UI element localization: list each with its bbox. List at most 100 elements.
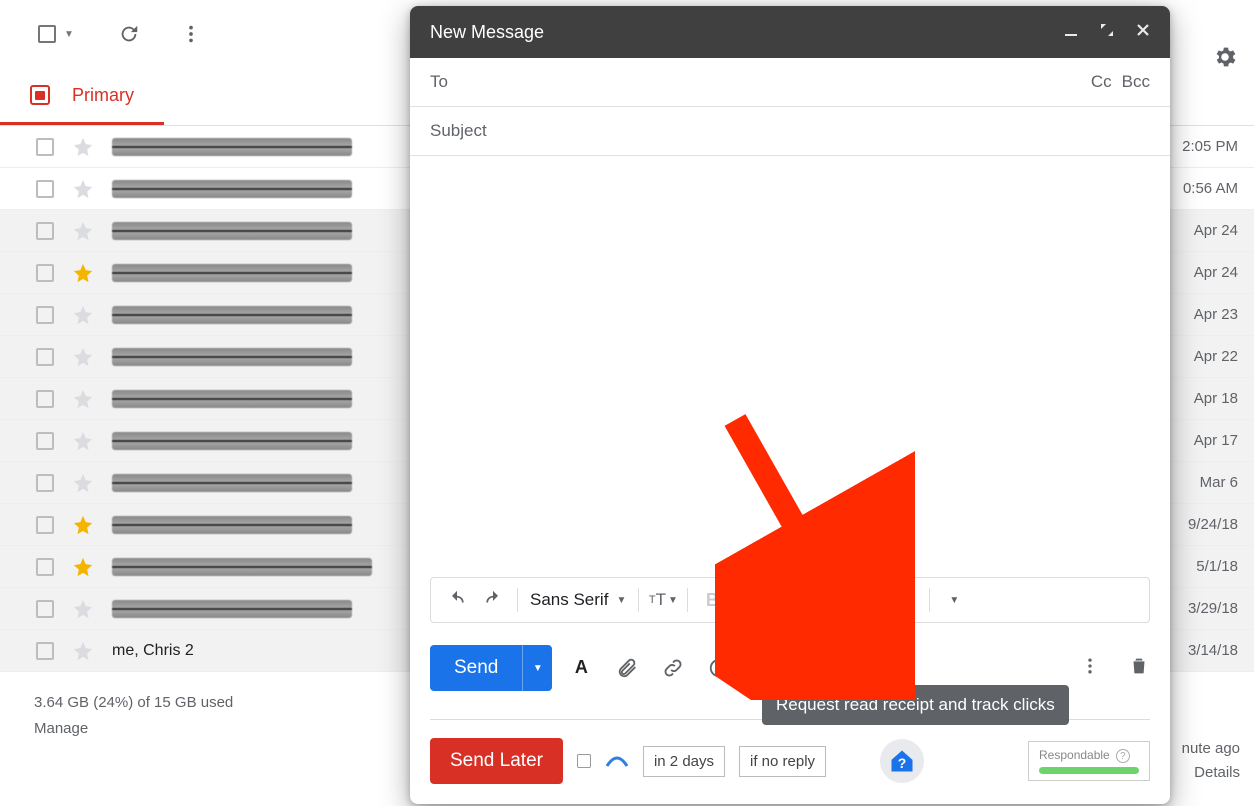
more-icon[interactable] bbox=[180, 23, 202, 45]
help-icon[interactable]: ? bbox=[1116, 749, 1130, 763]
star-icon[interactable] bbox=[72, 388, 94, 410]
send-button-group: Send ▼ bbox=[430, 645, 552, 691]
star-icon[interactable] bbox=[72, 640, 94, 662]
align-icon[interactable]: ▼ bbox=[853, 584, 885, 616]
send-row: Send ▼ A $ Request read receipt and trac… bbox=[430, 645, 1150, 691]
redo-icon[interactable] bbox=[477, 584, 509, 616]
star-icon[interactable] bbox=[72, 472, 94, 494]
inbox-icon bbox=[30, 85, 50, 105]
minimize-icon[interactable] bbox=[1064, 23, 1078, 42]
close-icon[interactable] bbox=[1136, 23, 1150, 42]
drive-icon[interactable] bbox=[754, 657, 776, 679]
link-icon[interactable] bbox=[662, 657, 684, 679]
row-date: Apr 24 bbox=[1194, 264, 1254, 281]
row-date: 5/1/18 bbox=[1196, 558, 1254, 575]
to-label: To bbox=[430, 72, 448, 92]
list-icon[interactable]: 123 bbox=[889, 584, 921, 616]
font-size-icon[interactable]: TT▼ bbox=[647, 584, 679, 616]
delay-input[interactable]: in 2 days bbox=[643, 746, 725, 777]
to-field[interactable]: To Cc Bcc bbox=[410, 58, 1170, 107]
row-date: Apr 23 bbox=[1194, 306, 1254, 323]
bold-icon[interactable]: B bbox=[696, 584, 728, 616]
font-selector[interactable]: Sans Serif▼ bbox=[526, 590, 630, 610]
row-date: Apr 22 bbox=[1194, 348, 1254, 365]
row-checkbox[interactable] bbox=[36, 306, 54, 324]
row-checkbox[interactable] bbox=[36, 180, 54, 198]
star-icon[interactable] bbox=[72, 346, 94, 368]
undo-icon[interactable] bbox=[441, 584, 473, 616]
tooltip: Request read receipt and track clicks bbox=[762, 685, 1069, 725]
boomerang-icon bbox=[605, 754, 629, 768]
send-later-checkbox[interactable] bbox=[577, 754, 591, 768]
row-date: 3/14/18 bbox=[1188, 642, 1254, 659]
row-date: Mar 6 bbox=[1200, 474, 1254, 491]
row-checkbox[interactable] bbox=[36, 516, 54, 534]
row-date: Apr 24 bbox=[1194, 222, 1254, 239]
text-format-icon[interactable]: A bbox=[570, 657, 592, 679]
compose-title: New Message bbox=[430, 22, 544, 43]
star-icon[interactable] bbox=[72, 598, 94, 620]
condition-input[interactable]: if no reply bbox=[739, 746, 826, 777]
row-checkbox[interactable] bbox=[36, 222, 54, 240]
row-checkbox[interactable] bbox=[36, 138, 54, 156]
row-date: 9/24/18 bbox=[1188, 516, 1254, 533]
confidential-icon[interactable] bbox=[846, 657, 868, 679]
star-icon[interactable] bbox=[72, 430, 94, 452]
row-checkbox[interactable] bbox=[36, 264, 54, 282]
italic-icon[interactable]: I bbox=[732, 584, 764, 616]
star-icon[interactable] bbox=[72, 136, 94, 158]
activity-text: nute ago bbox=[1182, 740, 1240, 757]
row-date: Apr 18 bbox=[1194, 390, 1254, 407]
star-icon[interactable] bbox=[72, 556, 94, 578]
details-link[interactable]: Details bbox=[1194, 764, 1240, 781]
bcc-link[interactable]: Bcc bbox=[1122, 72, 1150, 92]
row-checkbox[interactable] bbox=[36, 432, 54, 450]
star-icon[interactable] bbox=[72, 178, 94, 200]
star-icon[interactable] bbox=[72, 304, 94, 326]
inbox-pause-icon[interactable]: ? bbox=[880, 739, 924, 783]
row-checkbox[interactable] bbox=[36, 390, 54, 408]
more-options-icon[interactable] bbox=[1080, 656, 1100, 681]
row-date: Apr 17 bbox=[1194, 432, 1254, 449]
underline-icon[interactable]: U bbox=[768, 584, 800, 616]
emoji-icon[interactable] bbox=[708, 657, 730, 679]
settings-icon[interactable] bbox=[1212, 44, 1238, 75]
send-dropdown[interactable]: ▼ bbox=[522, 645, 552, 691]
row-checkbox[interactable] bbox=[36, 558, 54, 576]
fullscreen-icon[interactable] bbox=[1100, 23, 1114, 42]
star-icon[interactable] bbox=[72, 514, 94, 536]
star-icon[interactable] bbox=[72, 220, 94, 242]
row-date: 0:56 AM bbox=[1183, 180, 1254, 197]
send-later-button[interactable]: Send Later bbox=[430, 738, 563, 784]
svg-text:3: 3 bbox=[897, 603, 900, 609]
compose-window: New Message To Cc Bcc Subject Sans Serif… bbox=[410, 6, 1170, 804]
compose-action-icons: A $ bbox=[570, 657, 914, 679]
send-later-row: Send Later in 2 days if no reply ? Respo… bbox=[430, 738, 1150, 784]
row-date: 2:05 PM bbox=[1182, 138, 1254, 155]
select-all-checkbox[interactable] bbox=[38, 25, 56, 43]
row-checkbox[interactable] bbox=[36, 642, 54, 660]
attach-icon[interactable] bbox=[616, 657, 638, 679]
tab-label: Primary bbox=[72, 85, 134, 106]
more-formatting-icon[interactable]: ▼ bbox=[938, 584, 970, 616]
row-checkbox[interactable] bbox=[36, 348, 54, 366]
formatting-toolbar: Sans Serif▼ TT▼ B I U A▼ ▼ 123 ▼ bbox=[430, 577, 1150, 623]
compose-body[interactable] bbox=[410, 156, 1170, 577]
row-checkbox[interactable] bbox=[36, 474, 54, 492]
respondable-meter bbox=[1039, 767, 1139, 774]
send-button[interactable]: Send bbox=[430, 645, 522, 691]
subject-label: Subject bbox=[430, 121, 487, 141]
tab-primary[interactable]: Primary bbox=[0, 68, 164, 125]
discard-icon[interactable] bbox=[1128, 655, 1150, 682]
money-icon[interactable]: $ bbox=[892, 657, 914, 679]
cc-link[interactable]: Cc bbox=[1091, 72, 1112, 92]
subject-field[interactable]: Subject bbox=[410, 107, 1170, 156]
text-color-icon[interactable]: A▼ bbox=[804, 584, 836, 616]
compose-titlebar: New Message bbox=[410, 6, 1170, 58]
respondable-widget[interactable]: Respondable? bbox=[1028, 741, 1150, 781]
refresh-icon[interactable] bbox=[118, 23, 140, 45]
row-checkbox[interactable] bbox=[36, 600, 54, 618]
select-dropdown-caret[interactable]: ▼ bbox=[64, 29, 74, 40]
image-icon[interactable] bbox=[800, 657, 822, 679]
star-icon[interactable] bbox=[72, 262, 94, 284]
